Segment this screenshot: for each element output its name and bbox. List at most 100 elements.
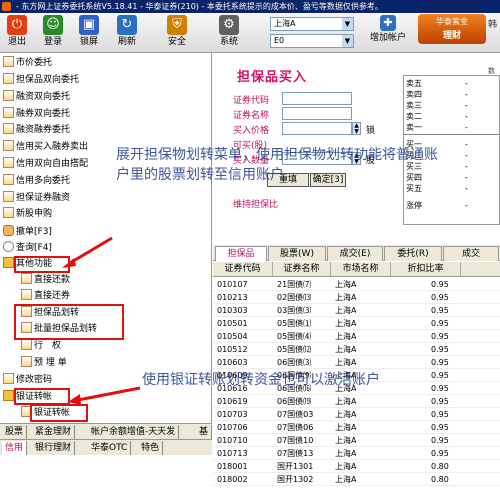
tab-credit[interactable]: 信用 <box>2 441 28 455</box>
security-code-input[interactable] <box>282 92 352 105</box>
table-row[interactable]: 010107 21国债⑺ 上海A 0.95 <box>213 278 500 291</box>
table-cell: 010603 <box>217 358 248 367</box>
tree-item[interactable]: 融券双向委托 <box>3 106 70 122</box>
price-spinner[interactable]: ▲ ▼ <box>352 122 361 135</box>
quote-level-value: - <box>465 173 468 182</box>
tab-balance-growth[interactable]: 帐户余额增值-天天发 <box>88 425 180 439</box>
column-header[interactable]: 折扣比率 <box>391 262 461 277</box>
table-row[interactable]: 010501 05国债⑴ 上海A 0.95 <box>213 317 500 330</box>
table-cell: 03国债⑶ <box>277 306 312 315</box>
buy-price-input[interactable] <box>282 122 352 135</box>
tree-item[interactable]: 新股申购 <box>3 206 52 222</box>
tab-deals[interactable]: 成交(E) <box>327 246 383 261</box>
login-label: 登录 <box>43 37 62 47</box>
table-row[interactable]: 010504 05国债⑷ 上海A 0.95 <box>213 330 500 343</box>
document-icon <box>3 73 14 84</box>
refresh-button[interactable]: ↻ 刷新 <box>112 15 142 51</box>
tree-item-label: 行 权 <box>34 341 62 351</box>
column-header[interactable]: 证券代码 <box>213 262 273 277</box>
tree-item[interactable]: 直接还券 <box>21 288 70 304</box>
tree-item[interactable]: 市价委托 <box>3 55 52 71</box>
tree-item[interactable]: 担保证券融资 <box>3 190 70 206</box>
tab-fund[interactable]: 基 <box>196 425 213 439</box>
system-button[interactable]: ⚙ 系统 <box>214 15 244 51</box>
quote-level-label: 卖五 <box>406 79 422 88</box>
tree-item[interactable]: 修改密码 <box>3 372 52 388</box>
table-row[interactable]: 010710 07国债10 上海A 0.95 <box>213 434 500 447</box>
window-title: - 东方网上证券委托系统V5.18.41 - 华泰证券(210) - 本委托系统… <box>16 2 383 11</box>
table-row[interactable]: 010619 06国债⒆ 上海A 0.95 <box>213 395 500 408</box>
table-row[interactable]: 010603 06国债⑶ 上海A 0.95 <box>213 356 500 369</box>
security-button[interactable]: ⛨ 安全 <box>162 15 192 51</box>
quote-level-value: - <box>465 123 468 132</box>
refresh-icon: ↻ <box>117 15 137 35</box>
tree-item[interactable]: 融资融券委托 <box>3 122 70 138</box>
table-row[interactable]: 018002 国开1302 上海A 0.80 <box>213 473 500 486</box>
lock-button[interactable]: ▣ 锁屏 <box>74 15 104 51</box>
table-cell: 010619 <box>217 397 248 406</box>
tree-item[interactable]: 信用买入融券卖出 <box>3 139 88 155</box>
market-select[interactable]: 上海A ▼ <box>270 17 354 31</box>
tree-item[interactable]: 查询[F4] <box>3 240 52 256</box>
table-cell: 0.80 <box>431 462 449 471</box>
tree-item-label: 直接还款 <box>34 275 71 285</box>
tree-item[interactable]: 行 权 <box>21 338 61 354</box>
tab-bank-finance[interactable]: 银行理财 <box>32 441 76 455</box>
exit-button[interactable]: ⏻ 退出 <box>2 15 32 51</box>
table-cell: 018002 <box>217 475 248 484</box>
tab-orders[interactable]: 委托(R) <box>384 246 442 261</box>
column-header[interactable]: 证券名称 <box>273 262 331 277</box>
lock-icon: ▣ <box>79 15 99 35</box>
tab-otc[interactable]: 华泰OTC <box>88 441 132 455</box>
table-cell: 0.95 <box>431 423 449 432</box>
table-cell: 06国债⑶ <box>277 358 312 367</box>
table-row[interactable]: 010213 02国债⒀ 上海A 0.95 <box>213 291 500 304</box>
tree-item[interactable]: 撤单[F3] <box>3 224 52 240</box>
tab-stock[interactable]: 股票 <box>2 425 28 439</box>
column-header[interactable]: 市场名称 <box>331 262 391 277</box>
tree-item-label: 信用买入融券卖出 <box>16 142 89 152</box>
tree-item[interactable]: 信用双向自由搭配 <box>3 156 88 172</box>
tab-deals-2[interactable]: 成交 <box>443 246 499 261</box>
table-row[interactable]: 010512 05国债⑿ 上海A 0.95 <box>213 343 500 356</box>
quote-sell-row: 卖五 - <box>405 78 500 89</box>
table-cell: 上海A <box>335 475 357 484</box>
add-account-button[interactable]: ✚ 增加帐户 <box>366 15 410 51</box>
app-icon <box>2 2 11 11</box>
table-row[interactable]: 010703 07国债03 上海A 0.95 <box>213 408 500 421</box>
login-icon: ☺ <box>43 15 63 35</box>
table-cell: 上海A <box>335 397 357 406</box>
table-cell: 0.95 <box>431 358 449 367</box>
tree-item[interactable]: 信用多向委托 <box>3 173 70 189</box>
tree-item[interactable]: 融资双向委托 <box>3 89 70 105</box>
tab-collateral[interactable]: 担保品 <box>215 246 267 261</box>
document-icon <box>21 273 32 284</box>
maintenance-ratio-label: 维持担保比 <box>233 200 279 210</box>
table-row[interactable]: 018001 国开1301 上海A 0.80 <box>213 460 500 473</box>
table-row[interactable]: 010303 03国债⑶ 上海A 0.95 <box>213 304 500 317</box>
tree-item-label: 预 埋 单 <box>34 358 67 368</box>
tree-item[interactable]: 直接还款 <box>21 272 70 288</box>
table-cell: 010303 <box>217 306 248 315</box>
tab-special[interactable]: 特色 <box>138 441 164 455</box>
table-cell: 上海A <box>335 280 357 289</box>
table-row[interactable]: 010713 07国债13 上海A 0.95 <box>213 447 500 460</box>
tab-stocks[interactable]: 股票(W) <box>268 246 326 261</box>
folder-icon <box>3 257 14 268</box>
quote-level-label: 卖三 <box>406 101 422 110</box>
annotation-bank-transfer: 使用银证转账划转资金也可以激活账户 <box>142 372 380 388</box>
document-icon <box>21 356 32 367</box>
document-icon <box>3 90 14 101</box>
tree-item[interactable]: 担保品双向委托 <box>3 72 79 88</box>
login-button[interactable]: ☺ 登录 <box>38 15 68 51</box>
tree-item[interactable]: 预 埋 单 <box>21 355 67 371</box>
tab-gold-finance[interactable]: 紧金理财 <box>32 425 76 439</box>
order-panel: 担保品买入 证券代码 证券名称 买入价格 ▲ ▼ 锁 可买(股) 买入数量 ▲ ▼ … <box>213 53 500 488</box>
document-icon <box>3 157 14 168</box>
account-select[interactable]: E0 ▼ <box>270 34 354 48</box>
table-cell: 上海A <box>335 306 357 315</box>
price-lock-label[interactable]: 锁 <box>366 123 375 136</box>
table-cell: 0.95 <box>431 345 449 354</box>
document-icon <box>3 56 14 67</box>
table-row[interactable]: 010706 07国债06 上海A 0.95 <box>213 421 500 434</box>
